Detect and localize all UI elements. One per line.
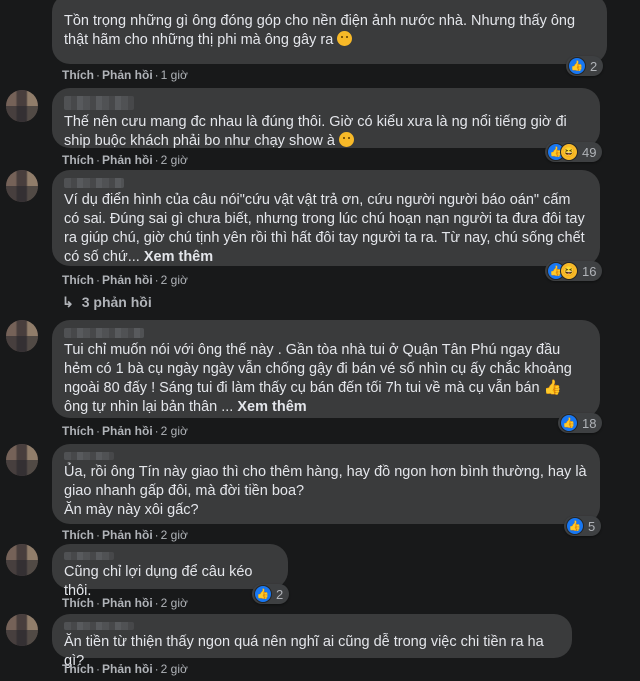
comment-time[interactable]: 2 giờ — [161, 596, 188, 610]
commenter-name[interactable] — [64, 328, 144, 338]
reaction-summary[interactable]: 👍 2 — [252, 584, 290, 604]
commenter-name[interactable] — [64, 622, 134, 630]
confused-emoji-icon — [337, 31, 353, 46]
comment-text: Ủa, rồi ông Tín này giao thì cho thêm hà… — [64, 464, 587, 518]
avatar[interactable] — [6, 320, 38, 352]
like-link[interactable]: Thích — [62, 273, 94, 287]
avatar[interactable] — [6, 90, 38, 122]
reply-arrow-icon: ↳ — [62, 294, 74, 310]
reply-link[interactable]: Phản hồi — [102, 596, 153, 610]
commenter-name[interactable] — [64, 452, 114, 460]
comment-actions: Thích · Phản hồi · 2 giờ — [62, 273, 188, 287]
avatar[interactable] — [6, 444, 38, 476]
avatar[interactable] — [6, 614, 38, 646]
commenter-name[interactable] — [64, 552, 114, 560]
comment-actions: Thích · Phản hồi · 1 giờ — [62, 68, 188, 82]
reaction-summary[interactable]: 👍 😆 16 — [545, 261, 603, 281]
haha-reaction-icon: 😆 — [560, 262, 578, 280]
comment-text: Ví dụ điển hình của câu nói"cứu vật vật … — [64, 192, 585, 265]
like-reaction-icon: 👍 — [560, 414, 578, 432]
comment-actions: Thích · Phản hồi · 2 giờ — [62, 528, 188, 542]
comment-time[interactable]: 2 giờ — [161, 424, 188, 438]
reply-link[interactable]: Phản hồi — [102, 528, 153, 542]
comment-actions: Thích · Phản hồi · 2 giờ — [62, 662, 188, 676]
comment-bubble: Cũng chỉ lợi dụng để câu kéo thôi. — [52, 544, 288, 599]
like-link[interactable]: Thích — [62, 424, 94, 438]
comment-actions: Thích · Phản hồi · 2 giờ — [62, 153, 188, 167]
see-more-link[interactable]: Xem thêm — [237, 399, 306, 415]
reaction-summary[interactable]: 👍 😆 49 — [545, 142, 603, 162]
comment-time[interactable]: 2 giờ — [161, 273, 188, 287]
comment-bubble: Thế nên cưu mang đc nhau là đúng thôi. G… — [52, 88, 600, 149]
reply-link[interactable]: Phản hồi — [102, 273, 153, 287]
commenter-name[interactable] — [64, 96, 134, 110]
reaction-summary[interactable]: 👍 5 — [564, 516, 602, 536]
avatar[interactable] — [6, 544, 38, 576]
comment-bubble: Tồn trọng những gì ông đóng góp cho nền … — [52, 0, 607, 64]
reaction-summary[interactable]: 👍 2 — [566, 56, 604, 76]
comment-actions: Thích · Phản hồi · 2 giờ — [62, 596, 188, 610]
comment-time[interactable]: 2 giờ — [161, 153, 188, 167]
reply-link[interactable]: Phản hồi — [102, 68, 153, 82]
view-replies-link[interactable]: ↳ 3 phản hồi — [62, 294, 152, 311]
like-reaction-icon: 👍 — [254, 585, 272, 603]
like-reaction-icon: 👍 — [568, 57, 586, 75]
see-more-link[interactable]: Xem thêm — [144, 249, 213, 265]
like-link[interactable]: Thích — [62, 528, 94, 542]
like-link[interactable]: Thích — [62, 153, 94, 167]
thumbs-up-emoji-icon: 👍 — [543, 380, 562, 396]
comment-time[interactable]: 2 giờ — [161, 662, 188, 676]
comment-bubble: Tui chỉ muốn nói với ông thế này . Gần t… — [52, 320, 600, 418]
comment-text: Tui chỉ muốn nói với ông thế này . Gần t… — [64, 342, 572, 415]
like-link[interactable]: Thích — [62, 68, 94, 82]
comment-text: Tồn trọng những gì ông đóng góp cho nền … — [64, 13, 576, 48]
smile-emoji-icon — [338, 132, 354, 147]
commenter-name[interactable] — [64, 178, 124, 188]
comment-time[interactable]: 2 giờ — [161, 528, 188, 542]
comment-bubble: Ủa, rồi ông Tín này giao thì cho thêm hà… — [52, 444, 600, 524]
comment-actions: Thích · Phản hồi · 2 giờ — [62, 424, 188, 438]
reply-link[interactable]: Phản hồi — [102, 662, 153, 676]
comment-text: Thế nên cưu mang đc nhau là đúng thôi. G… — [64, 114, 567, 149]
comment-time[interactable]: 1 giờ — [161, 68, 188, 82]
reaction-summary[interactable]: 👍 18 — [558, 413, 603, 433]
like-link[interactable]: Thích — [62, 662, 94, 676]
like-link[interactable]: Thích — [62, 596, 94, 610]
like-reaction-icon: 👍 — [566, 517, 584, 535]
comment-bubble: Ăn tiền từ thiện thấy ngon quá nên nghĩ … — [52, 614, 572, 669]
haha-reaction-icon: 😆 — [560, 143, 578, 161]
reply-link[interactable]: Phản hồi — [102, 153, 153, 167]
avatar[interactable] — [6, 170, 38, 202]
reply-link[interactable]: Phản hồi — [102, 424, 153, 438]
comment-bubble: Ví dụ điển hình của câu nói"cứu vật vật … — [52, 170, 600, 266]
